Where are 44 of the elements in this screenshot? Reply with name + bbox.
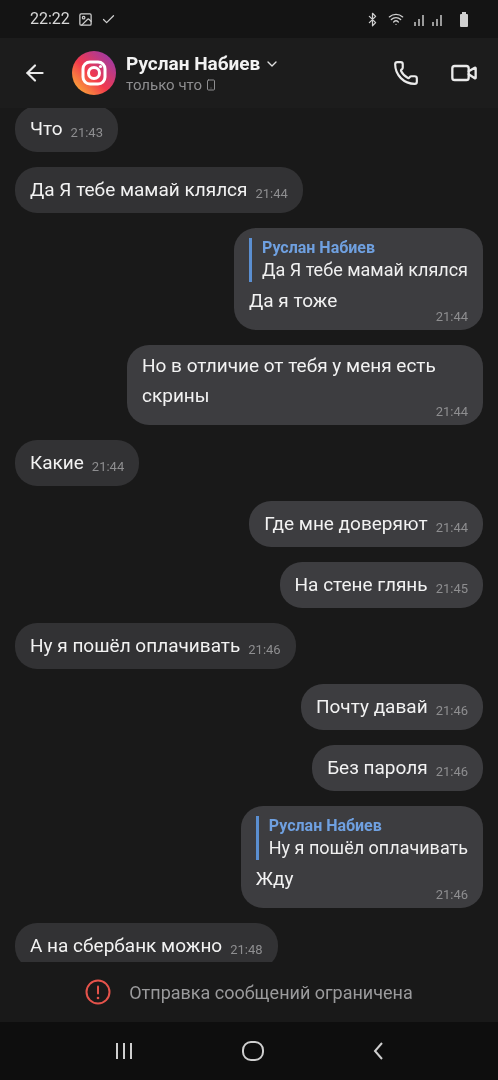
- message-text: Ну я пошёл оплачивать: [30, 633, 241, 659]
- quoted-message[interactable]: Руслан Набиев Да Я тебе мамай клялся: [248, 238, 468, 282]
- quoted-message[interactable]: Руслан Набиев Ну я пошёл оплачивать: [255, 816, 468, 860]
- last-seen: только что: [126, 76, 202, 94]
- battery-icon: [460, 11, 468, 27]
- message-time: 21:43: [70, 125, 103, 141]
- status-time: 22:22: [30, 8, 70, 30]
- message-text: Но в отличие от тебя у меня есть скрины: [142, 353, 436, 409]
- quote-author: Руслан Набиев: [268, 816, 383, 836]
- quote-text: Ну я пошёл оплачивать: [268, 836, 468, 860]
- quote-text: Да Я тебе мамай клялся: [261, 258, 468, 282]
- message-text: На стене глянь: [294, 572, 428, 598]
- avatar-icon[interactable]: [72, 51, 116, 95]
- message-text: Да я тоже: [248, 288, 339, 314]
- warning-icon: [85, 979, 112, 1005]
- phone-device-icon: [205, 79, 217, 91]
- restriction-notice: Отправка сообщений ограничена: [129, 980, 413, 1005]
- message-text: Почту давай: [316, 694, 428, 720]
- message-time: 21:45: [435, 581, 468, 597]
- message-time: 21:44: [435, 405, 468, 419]
- wifi-icon: [388, 11, 404, 27]
- home-icon[interactable]: [242, 1041, 264, 1061]
- message-text: Жду: [255, 866, 295, 892]
- contact-name[interactable]: Руслан Набиев: [126, 52, 261, 76]
- message-time: 21:46: [435, 888, 468, 902]
- phone-icon[interactable]: [393, 60, 419, 86]
- message-time: 21:46: [248, 642, 281, 658]
- message-time: 21:44: [435, 520, 468, 536]
- message-time: 21:44: [255, 186, 288, 202]
- message-time: 21:44: [91, 459, 125, 475]
- message-text: Что: [30, 116, 63, 142]
- quote-author: Руслан Набиев: [261, 238, 376, 258]
- recent-apps-icon[interactable]: [114, 1042, 134, 1060]
- message-text: Без пароля: [327, 755, 428, 781]
- message-text: Да Я тебе мамай клялся: [30, 177, 248, 203]
- message-text: Где мне доверяют: [264, 511, 428, 537]
- message-text: А на сбербанк можно: [30, 933, 223, 959]
- message-time: 21:44: [435, 310, 468, 324]
- image-icon: [77, 11, 93, 27]
- message-time: 21:46: [435, 764, 468, 780]
- back-icon[interactable]: [372, 1041, 384, 1061]
- message-time: 21:48: [230, 942, 263, 958]
- message-time: 21:46: [435, 703, 468, 719]
- message-text: Какие: [30, 450, 84, 476]
